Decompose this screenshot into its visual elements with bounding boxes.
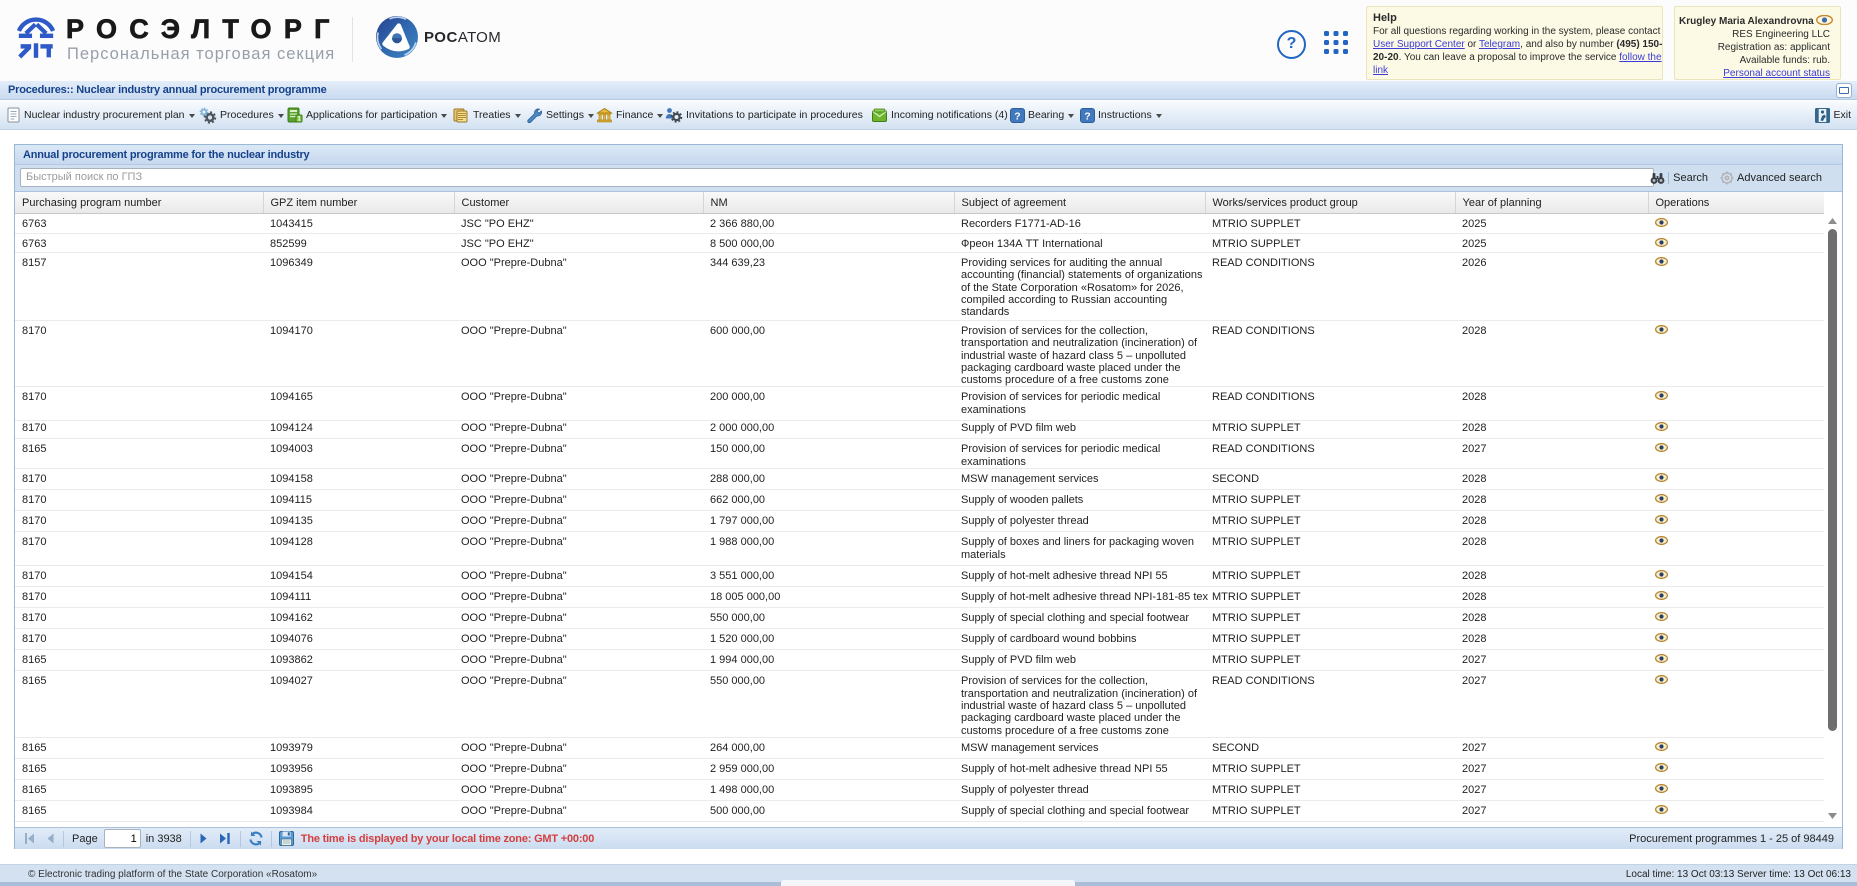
svg-text:?: ?	[1084, 110, 1090, 122]
svg-text:1: 1	[297, 116, 301, 123]
svg-text:?: ?	[1014, 110, 1020, 122]
